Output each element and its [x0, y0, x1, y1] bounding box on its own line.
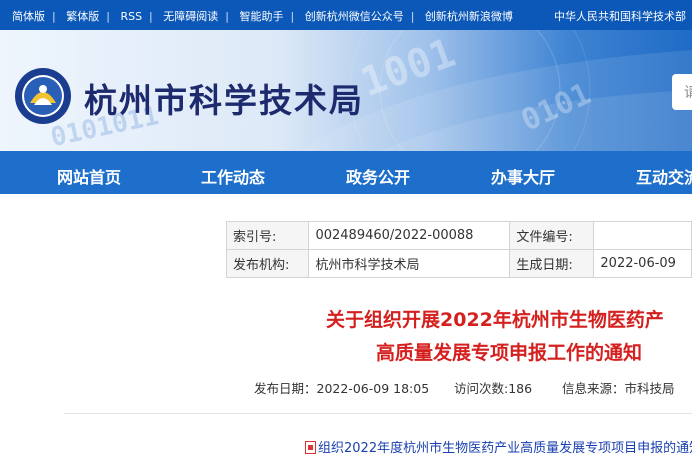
- separator: |: [149, 10, 153, 23]
- created-date-label: 生成日期:: [509, 249, 595, 278]
- doc-number-value: [593, 221, 692, 250]
- separator: |: [225, 10, 229, 23]
- separator: |: [410, 10, 415, 23]
- publisher-label: 发布机构:: [225, 249, 310, 278]
- table-row: 发布机构: 杭州市科学技术局 生成日期: 2022-06-09: [225, 249, 692, 278]
- link-accessibility[interactable]: 无障碍阅读: [163, 8, 218, 24]
- nav-item-home[interactable]: 网站首页: [57, 164, 121, 188]
- nav-item-interaction[interactable]: 互动交流: [636, 164, 692, 188]
- separator: |: [106, 10, 110, 23]
- article-title-line-1: 关于组织开展2022年杭州市生物医药产: [326, 309, 664, 331]
- link-most[interactable]: 中华人民共和国科学技术部: [554, 8, 686, 24]
- link-rss[interactable]: RSS: [120, 10, 142, 23]
- nav-item-gov-affairs[interactable]: 政务公开: [346, 164, 410, 188]
- publisher-value: 杭州市科学技术局: [308, 249, 511, 278]
- nav-item-work-news[interactable]: 工作动态: [201, 164, 265, 188]
- document-meta-table: 索引号: 002489460/2022-00088 文件编号: 发布机构: 杭州…: [225, 221, 692, 278]
- doc-number-label: 文件编号:: [509, 221, 595, 250]
- link-simplified[interactable]: 简体版: [12, 8, 45, 24]
- site-title[interactable]: 杭州市科学技术局: [84, 74, 364, 122]
- nav-item-service-hall[interactable]: 办事大厅: [491, 164, 555, 188]
- header-banner: 0101011 1001 0101 杭州市科学技术局 请: [0, 30, 692, 151]
- top-links: 简体版 | 繁体版 | RSS | 无障碍阅读 | 智能助手 | 创新杭州微信公众号 | 创…: [12, 8, 513, 24]
- separator: |: [290, 10, 295, 23]
- created-date-value: 2022-06-09: [593, 249, 692, 278]
- table-row: 索引号: 002489460/2022-00088 文件编号:: [225, 221, 692, 250]
- info-source: 信息来源：市科技局: [562, 381, 675, 396]
- link-traditional[interactable]: 繁体版: [66, 8, 99, 24]
- visit-count: 访问次数:186: [454, 381, 533, 396]
- attachment-label[interactable]: 组织2022年度杭州市生物医药产业高质量发展专项项目申报的通知: [318, 441, 692, 456]
- attachment-link[interactable]: 组织2022年度杭州市生物医药产业高质量发展专项项目申报的通知: [305, 437, 692, 456]
- index-value: 002489460/2022-00088: [308, 221, 511, 250]
- separator: |: [52, 10, 56, 23]
- link-weibo[interactable]: 创新杭州新浪微博: [425, 8, 513, 24]
- link-wechat[interactable]: 创新杭州微信公众号: [305, 8, 404, 24]
- main-nav: 网站首页 工作动态 政务公开 办事大厅 互动交流: [0, 151, 692, 194]
- top-utility-bar: 简体版 | 繁体版 | RSS | 无障碍阅读 | 智能助手 | 创新杭州微信公众号 | 创…: [0, 0, 692, 30]
- hangzhou-science-emblem-icon[interactable]: [14, 67, 72, 125]
- divider: [64, 413, 692, 414]
- index-label: 索引号:: [225, 221, 310, 250]
- pdf-icon: [305, 441, 316, 454]
- publish-date: 发布日期：2022-06-09 18:05: [254, 381, 430, 396]
- link-smart-assistant[interactable]: 智能助手: [239, 8, 283, 24]
- article-title-line-2: 高质量发展专项申报工作的通知: [376, 342, 643, 364]
- search-input[interactable]: 请: [672, 74, 692, 110]
